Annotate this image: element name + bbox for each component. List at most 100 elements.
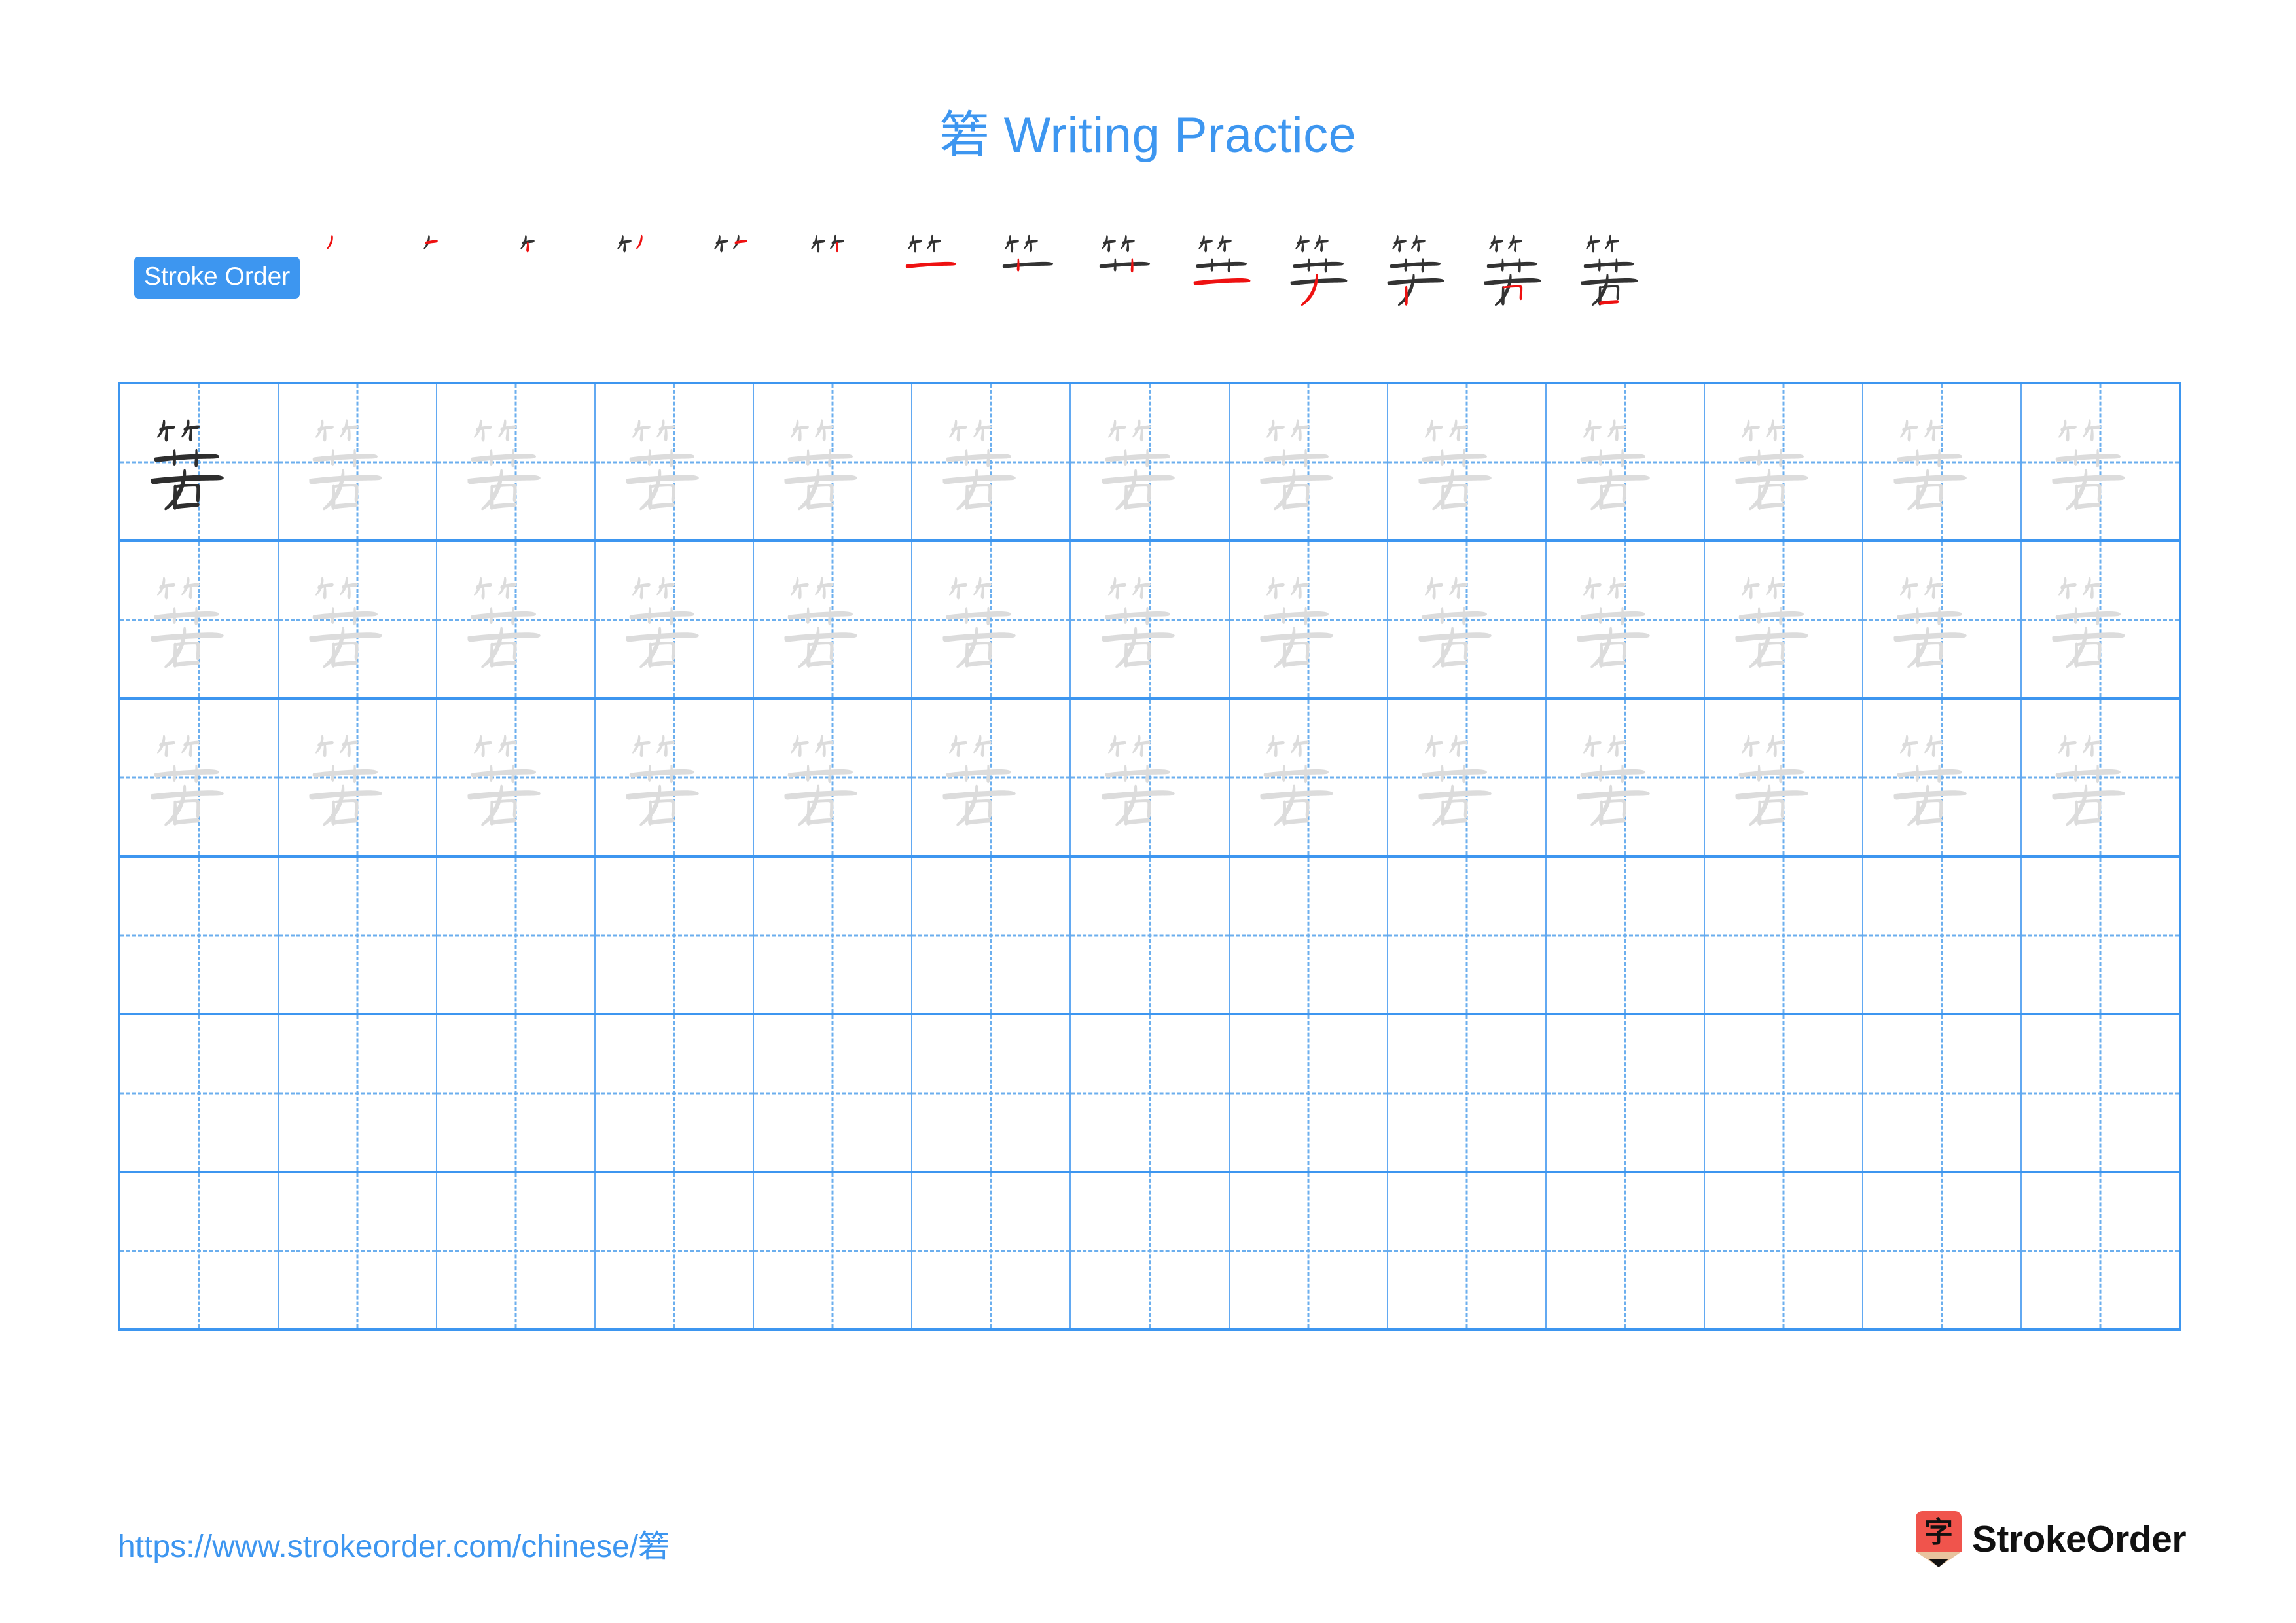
- practice-cell-empty[interactable]: [120, 1173, 279, 1328]
- practice-cell-traced[interactable]: [2022, 542, 2182, 697]
- practice-cell-empty[interactable]: [1071, 1173, 1230, 1328]
- practice-cell-traced[interactable]: [1230, 700, 1388, 855]
- practice-cell-traced[interactable]: [437, 542, 596, 697]
- practice-cell-traced[interactable]: [279, 700, 438, 855]
- practice-cell-model[interactable]: [120, 384, 279, 539]
- practice-cell-empty[interactable]: [912, 1015, 1071, 1171]
- practice-grid-row: [120, 384, 2182, 542]
- practice-cell-empty[interactable]: [1071, 858, 1230, 1013]
- brand-logo[interactable]: 字 StrokeOrder: [1915, 1511, 2187, 1567]
- practice-cell-empty[interactable]: [1547, 858, 1705, 1013]
- practice-cell-traced[interactable]: [1071, 384, 1230, 539]
- practice-cell-traced[interactable]: [279, 542, 438, 697]
- practice-cell-traced[interactable]: [2022, 384, 2182, 539]
- practice-cell-empty[interactable]: [1388, 858, 1547, 1013]
- practice-cell-empty[interactable]: [1547, 1015, 1705, 1171]
- practice-cell-traced[interactable]: [1071, 542, 1230, 697]
- practice-cell-traced[interactable]: [1863, 542, 2022, 697]
- practice-cell-empty[interactable]: [120, 858, 279, 1013]
- practice-cell-traced[interactable]: [596, 384, 755, 539]
- practice-grid-row: [120, 858, 2182, 1015]
- stroke-order-step: [989, 208, 1086, 329]
- practice-cell-traced[interactable]: [912, 384, 1071, 539]
- practice-cell-empty[interactable]: [1547, 1173, 1705, 1328]
- traced-character: [2022, 542, 2179, 697]
- practice-cell-traced[interactable]: [912, 542, 1071, 697]
- practice-cell-traced[interactable]: [596, 700, 755, 855]
- practice-cell-traced[interactable]: [120, 700, 279, 855]
- practice-cell-traced[interactable]: [120, 542, 279, 697]
- practice-cell-traced[interactable]: [1230, 542, 1388, 697]
- practice-cell-traced[interactable]: [1388, 542, 1547, 697]
- traced-character: [596, 700, 753, 855]
- practice-cell-traced[interactable]: [1705, 542, 1863, 697]
- traced-character: [912, 700, 1069, 855]
- practice-cell-traced[interactable]: [1705, 700, 1863, 855]
- practice-cell-empty[interactable]: [2022, 1015, 2182, 1171]
- practice-cell-empty[interactable]: [1863, 858, 2022, 1013]
- stroke-order-step: [1570, 208, 1667, 329]
- practice-cell-empty[interactable]: [596, 1015, 755, 1171]
- practice-cell-traced[interactable]: [1863, 384, 2022, 539]
- practice-cell-traced[interactable]: [279, 384, 438, 539]
- practice-cell-empty[interactable]: [1388, 1173, 1547, 1328]
- practice-cell-empty[interactable]: [1388, 1015, 1547, 1171]
- practice-cell-traced[interactable]: [754, 384, 913, 539]
- practice-cell-empty[interactable]: [754, 858, 913, 1013]
- traced-character: [279, 542, 436, 697]
- practice-cell-traced[interactable]: [437, 700, 596, 855]
- practice-cell-traced[interactable]: [912, 700, 1071, 855]
- practice-cell-empty[interactable]: [279, 1173, 438, 1328]
- practice-cell-traced[interactable]: [1863, 700, 2022, 855]
- practice-cell-empty[interactable]: [2022, 858, 2182, 1013]
- practice-cell-empty[interactable]: [754, 1173, 913, 1328]
- practice-cell-empty[interactable]: [2022, 1173, 2182, 1328]
- practice-cell-traced[interactable]: [1071, 700, 1230, 855]
- practice-cell-traced[interactable]: [437, 384, 596, 539]
- practice-cell-traced[interactable]: [596, 542, 755, 697]
- practice-cell-traced[interactable]: [1705, 384, 1863, 539]
- practice-cell-traced[interactable]: [754, 700, 913, 855]
- traced-character: [754, 384, 911, 539]
- practice-cell-empty[interactable]: [1071, 1015, 1230, 1171]
- practice-cell-empty[interactable]: [1230, 1173, 1388, 1328]
- practice-cell-traced[interactable]: [2022, 700, 2182, 855]
- practice-cell-empty[interactable]: [1705, 858, 1863, 1013]
- traced-character: [279, 700, 436, 855]
- practice-cell-empty[interactable]: [1705, 1015, 1863, 1171]
- footer-url[interactable]: https://www.strokeorder.com/chinese/箬: [118, 1531, 670, 1563]
- practice-cell-empty[interactable]: [279, 1015, 438, 1171]
- svg-text:字: 字: [1924, 1516, 1953, 1549]
- traced-character: [2022, 700, 2179, 855]
- practice-cell-traced[interactable]: [1230, 384, 1388, 539]
- traced-character: [1547, 542, 1704, 697]
- stroke-order-step: [1376, 208, 1473, 329]
- traced-character: [1863, 384, 2020, 539]
- practice-cell-traced[interactable]: [1547, 542, 1705, 697]
- traced-character: [596, 542, 753, 697]
- practice-cell-traced[interactable]: [1388, 700, 1547, 855]
- traced-character: [120, 542, 278, 697]
- practice-cell-traced[interactable]: [1547, 384, 1705, 539]
- practice-cell-empty[interactable]: [754, 1015, 913, 1171]
- practice-cell-empty[interactable]: [596, 1173, 755, 1328]
- practice-cell-empty[interactable]: [1863, 1173, 2022, 1328]
- traced-character: [1705, 542, 1862, 697]
- practice-cell-empty[interactable]: [437, 1015, 596, 1171]
- practice-cell-empty[interactable]: [1230, 858, 1388, 1013]
- traced-character: [120, 700, 278, 855]
- practice-cell-empty[interactable]: [1705, 1173, 1863, 1328]
- practice-cell-empty[interactable]: [120, 1015, 279, 1171]
- traced-character: [437, 542, 594, 697]
- practice-cell-traced[interactable]: [1547, 700, 1705, 855]
- practice-cell-traced[interactable]: [1388, 384, 1547, 539]
- practice-cell-traced[interactable]: [754, 542, 913, 697]
- practice-cell-empty[interactable]: [437, 858, 596, 1013]
- practice-cell-empty[interactable]: [279, 858, 438, 1013]
- practice-cell-empty[interactable]: [1863, 1015, 2022, 1171]
- practice-cell-empty[interactable]: [912, 858, 1071, 1013]
- practice-cell-empty[interactable]: [596, 858, 755, 1013]
- practice-cell-empty[interactable]: [437, 1173, 596, 1328]
- practice-cell-empty[interactable]: [1230, 1015, 1388, 1171]
- practice-cell-empty[interactable]: [912, 1173, 1071, 1328]
